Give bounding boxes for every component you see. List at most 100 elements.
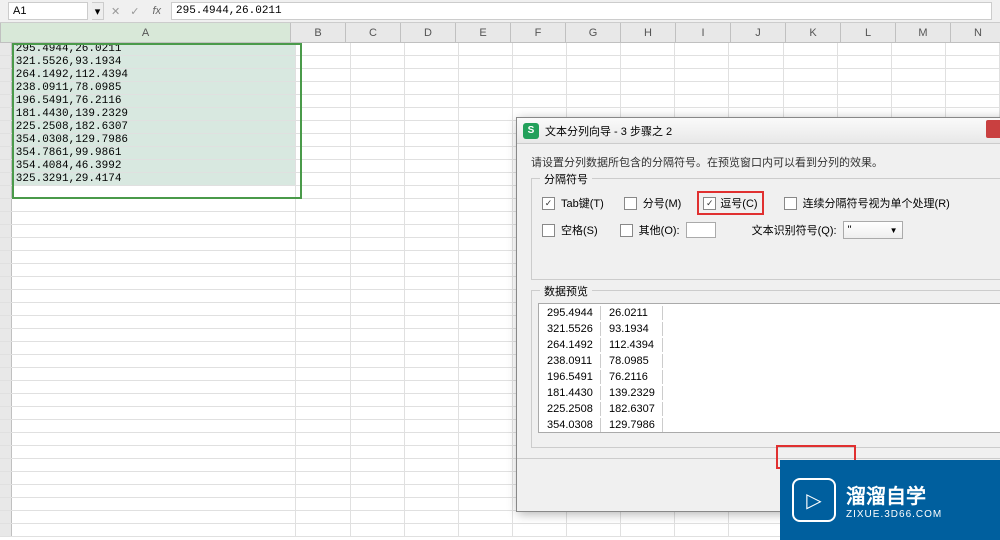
formula-input[interactable]: 295.4944,26.0211	[171, 2, 992, 20]
cell[interactable]	[405, 316, 459, 328]
row-header[interactable]	[0, 108, 12, 120]
cell[interactable]	[351, 225, 405, 237]
row-header[interactable]	[0, 95, 12, 107]
cell[interactable]: 325.3291,29.4174	[12, 173, 297, 185]
cell[interactable]	[459, 446, 513, 458]
cell[interactable]	[351, 238, 405, 250]
cell[interactable]	[892, 95, 946, 107]
space-checkbox[interactable]	[542, 224, 555, 237]
cell[interactable]	[838, 95, 892, 107]
cell[interactable]: 264.1492,112.4394	[12, 69, 297, 81]
cell[interactable]	[351, 251, 405, 263]
cell[interactable]	[12, 251, 297, 263]
cell[interactable]	[459, 277, 513, 289]
cell[interactable]: 354.7861,99.9861	[12, 147, 297, 159]
other-checkbox[interactable]	[620, 224, 633, 237]
cell[interactable]	[405, 433, 459, 445]
name-box[interactable]: A1	[8, 2, 88, 20]
cell[interactable]	[296, 56, 350, 68]
cell[interactable]	[405, 108, 459, 120]
cell[interactable]	[351, 186, 405, 198]
cell[interactable]	[296, 303, 350, 315]
cell[interactable]	[12, 199, 297, 211]
row-header[interactable]	[0, 355, 12, 367]
cell[interactable]	[513, 56, 567, 68]
cell[interactable]	[405, 485, 459, 497]
cell[interactable]	[296, 108, 350, 120]
cell[interactable]	[12, 407, 297, 419]
cell[interactable]	[405, 277, 459, 289]
cell[interactable]	[12, 238, 297, 250]
column-header-f[interactable]: F	[511, 23, 566, 42]
cell[interactable]	[405, 381, 459, 393]
cell[interactable]	[459, 121, 513, 133]
cell[interactable]	[838, 82, 892, 94]
cell[interactable]	[784, 95, 838, 107]
cell[interactable]	[675, 524, 729, 536]
cell[interactable]	[12, 472, 297, 484]
row-header[interactable]	[0, 186, 12, 198]
cell[interactable]	[351, 134, 405, 146]
cell[interactable]	[567, 524, 621, 536]
cell[interactable]	[729, 82, 783, 94]
row-header[interactable]	[0, 433, 12, 445]
cell[interactable]	[351, 264, 405, 276]
cell[interactable]: 354.0308,129.7986	[12, 134, 297, 146]
cell[interactable]	[459, 199, 513, 211]
cell[interactable]: 321.5526,93.1934	[12, 56, 297, 68]
cell[interactable]: 295.4944,26.0211	[12, 43, 297, 55]
cell[interactable]	[729, 511, 783, 523]
cell[interactable]	[459, 524, 513, 536]
cell[interactable]	[12, 524, 297, 536]
cell[interactable]	[405, 329, 459, 341]
cell[interactable]	[351, 43, 405, 55]
fx-label[interactable]: fx	[152, 5, 161, 17]
cell[interactable]	[296, 290, 350, 302]
cell[interactable]	[838, 43, 892, 55]
cell[interactable]	[296, 212, 350, 224]
cell[interactable]	[351, 82, 405, 94]
column-header-g[interactable]: G	[566, 23, 621, 42]
cell[interactable]	[459, 303, 513, 315]
cell[interactable]	[621, 511, 675, 523]
cell[interactable]	[351, 199, 405, 211]
cell[interactable]	[946, 43, 1000, 55]
cell[interactable]	[405, 173, 459, 185]
tab-checkbox[interactable]	[542, 197, 555, 210]
cell[interactable]	[351, 511, 405, 523]
cell[interactable]	[351, 212, 405, 224]
cell[interactable]	[12, 186, 297, 198]
cell[interactable]	[567, 43, 621, 55]
cell[interactable]	[296, 316, 350, 328]
cell[interactable]	[459, 134, 513, 146]
cell[interactable]	[675, 56, 729, 68]
column-header-c[interactable]: C	[346, 23, 401, 42]
cell[interactable]	[296, 277, 350, 289]
column-header-b[interactable]: B	[291, 23, 346, 42]
consecutive-checkbox[interactable]	[784, 197, 797, 210]
cell[interactable]	[296, 498, 350, 510]
cell[interactable]	[729, 56, 783, 68]
cell[interactable]	[459, 394, 513, 406]
cell[interactable]	[296, 251, 350, 263]
cell[interactable]	[892, 43, 946, 55]
cell[interactable]	[296, 121, 350, 133]
cell[interactable]	[12, 316, 297, 328]
cell[interactable]	[405, 420, 459, 432]
row-header[interactable]	[0, 173, 12, 185]
cell[interactable]	[675, 43, 729, 55]
dialog-titlebar[interactable]: S 文本分列向导 - 3 步骤之 2 ✕	[517, 118, 1000, 144]
cell[interactable]	[405, 134, 459, 146]
column-header-e[interactable]: E	[456, 23, 511, 42]
cell[interactable]	[784, 56, 838, 68]
cell[interactable]	[459, 251, 513, 263]
cell[interactable]	[351, 69, 405, 81]
cell[interactable]	[296, 524, 350, 536]
cell[interactable]	[351, 160, 405, 172]
cell[interactable]	[296, 459, 350, 471]
cell[interactable]	[351, 407, 405, 419]
cell[interactable]	[296, 82, 350, 94]
cell[interactable]	[296, 355, 350, 367]
cell[interactable]	[351, 472, 405, 484]
cell[interactable]	[946, 69, 1000, 81]
